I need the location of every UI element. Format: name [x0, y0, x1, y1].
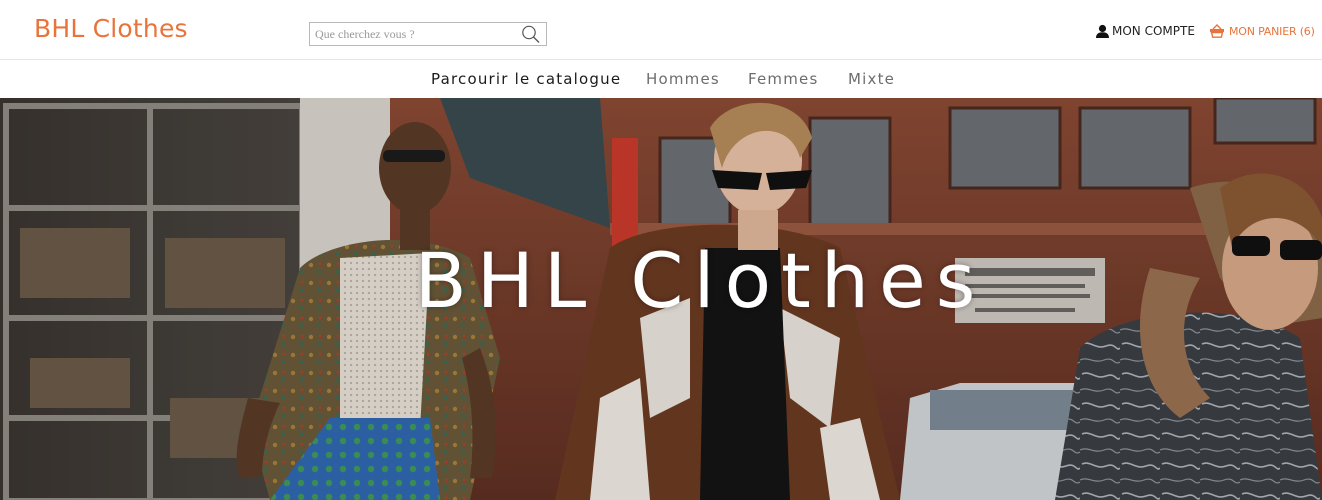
search-button[interactable]: [520, 24, 542, 44]
cart-label: MON PANIER (6): [1229, 24, 1315, 38]
nav-item-mixte[interactable]: Mixte: [848, 70, 895, 88]
search-input[interactable]: [310, 23, 515, 45]
hero-banner: BHL Clothes: [0, 98, 1322, 500]
top-header: BHL Clothes MON COMPTE MON PANIER (6): [0, 0, 1322, 60]
nav-item-femmes[interactable]: Femmes: [748, 70, 819, 88]
account-label: MON COMPTE: [1112, 24, 1195, 38]
nav-item-hommes[interactable]: Hommes: [646, 70, 720, 88]
account-link[interactable]: MON COMPTE: [1095, 22, 1195, 40]
nav-item-catalogue[interactable]: Parcourir le catalogue: [431, 70, 621, 88]
basket-icon: [1210, 24, 1224, 38]
category-nav: Parcourir le catalogue Hommes Femmes Mix…: [0, 60, 1322, 98]
cart-link[interactable]: MON PANIER (6): [1209, 22, 1315, 40]
search-icon: [522, 25, 540, 43]
user-icon: [1096, 24, 1109, 38]
hero-title: BHL Clothes: [414, 236, 986, 325]
brand-logo[interactable]: BHL Clothes: [34, 14, 188, 43]
search-box: [309, 22, 547, 46]
